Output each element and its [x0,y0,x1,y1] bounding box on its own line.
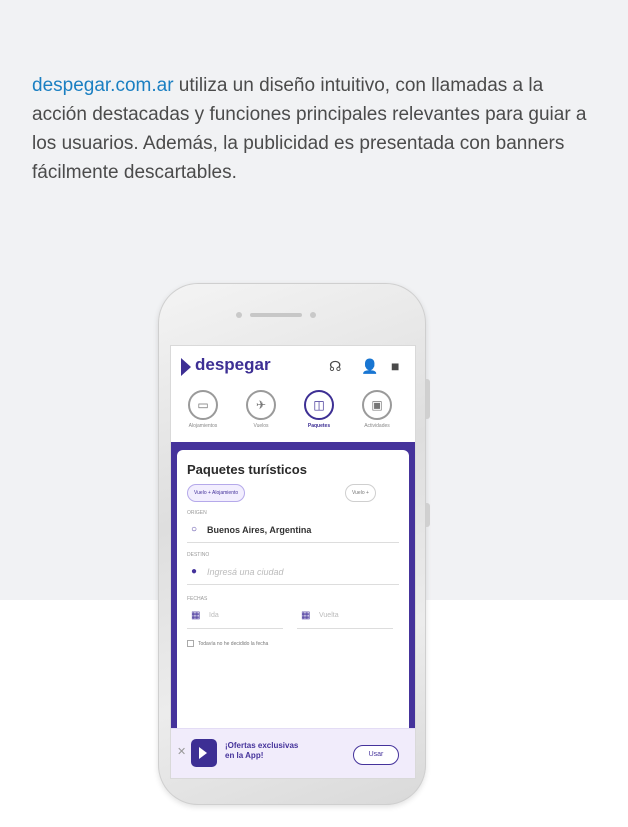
category-label: Vuelos [253,423,269,429]
category-paquetes[interactable]: ◫ Paquetes [291,390,347,429]
checkbox-icon [187,640,194,647]
category-label: Paquetes [307,423,331,429]
despegar-link[interactable]: despegar.com.ar [32,75,174,96]
destination-placeholder: Ingresá una ciudad [207,567,284,577]
app-icon [191,739,217,767]
bed-icon: ▭ [188,390,218,420]
category-label: Actividades [364,423,390,429]
intro-paragraph: despegar.com.ar utiliza un diseño intuit… [32,71,592,187]
phone-side-button [426,503,430,527]
category-vuelos[interactable]: ✈ Vuelos [233,390,289,429]
plane-icon: ✈ [246,390,276,420]
flex-date-checkbox[interactable]: Todavía no he decidido la fecha [187,640,268,647]
suitcase-icon: ◫ [304,390,334,420]
phone-side-button [426,379,430,419]
origin-value: Buenos Aires, Argentina [207,525,312,535]
category-label: Alojamientos [188,423,218,429]
date-from-field[interactable]: ▦ Ida [187,604,283,629]
destination-field[interactable]: ● Ingresá una ciudad [187,560,399,585]
app-brand[interactable]: despegar [195,355,271,375]
category-alojamientos[interactable]: ▭ Alojamientos [175,390,231,429]
ticket-icon: ▣ [362,390,392,420]
calendar-icon: ▦ [301,610,311,621]
close-icon[interactable]: ✕ [177,745,186,758]
banner-message: ¡Ofertas exclusivas en la App! [225,741,299,760]
date-to-field[interactable]: ▦ Vuelta [297,604,393,629]
banner-use-button[interactable]: Usar [353,745,399,765]
category-nav: ▭ Alojamientos ✈ Vuelos ◫ Paquetes ▣ Act… [171,390,415,436]
app-promo-banner: ✕ ¡Ofertas exclusivas en la App! Usar [171,728,415,778]
form-title: Paquetes turísticos [187,462,307,477]
destination-label: DESTINO [187,552,210,558]
category-actividades[interactable]: ▣ Actividades [349,390,405,429]
date-from: Ida [209,612,219,619]
chip-vuelo-auto[interactable]: Vuelo + [345,484,376,502]
user-icon[interactable]: 👤 [361,358,378,375]
origin-field[interactable]: ○ Buenos Aires, Argentina [187,518,399,543]
menu-icon[interactable]: ■ [391,358,399,374]
app-header: despegar ☊ 👤 ■ [171,346,415,386]
circle-icon: ○ [191,524,198,535]
despegar-logo-icon [181,358,191,376]
phone-screen: despegar ☊ 👤 ■ ▭ Alojamientos ✈ Vuelos ◫… [170,345,416,779]
phone-speaker [250,313,302,317]
location-pin-icon: ● [191,566,198,577]
flex-date-label: Todavía no he decidido la fecha [198,640,269,647]
phone-camera [310,312,316,318]
date-to: Vuelta [319,612,339,619]
calendar-icon: ▦ [191,610,201,621]
dates-label: FECHAS [187,596,208,602]
phone-mockup: despegar ☊ 👤 ■ ▭ Alojamientos ✈ Vuelos ◫… [158,283,430,805]
chip-vuelo-alojamiento[interactable]: Vuelo + Alojamiento [187,484,246,502]
headset-icon[interactable]: ☊ [329,358,341,375]
origin-label: ORIGEN [187,510,207,516]
phone-sensor [236,312,242,318]
